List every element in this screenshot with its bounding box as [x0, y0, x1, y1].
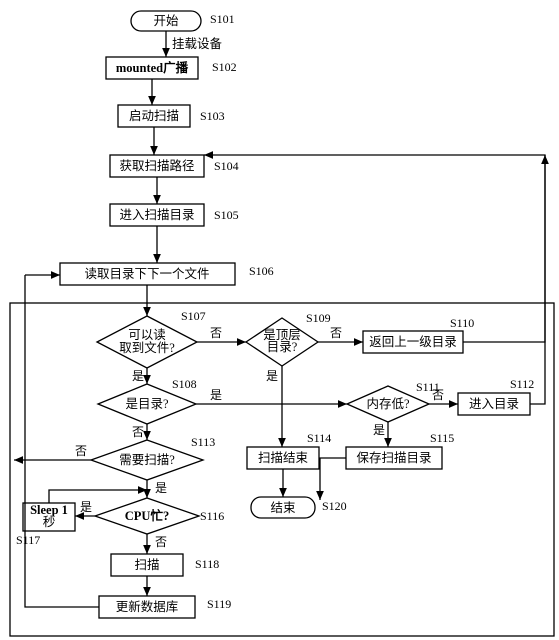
- save-scan-dir-step: S115: [430, 431, 454, 445]
- top-level-step: S109: [306, 311, 331, 325]
- need-scan-no: 否: [75, 444, 87, 458]
- read-next-step: S106: [249, 264, 274, 278]
- start-scan-step: S103: [200, 109, 225, 123]
- cpu-busy-no: 否: [155, 535, 167, 549]
- mounted-broadcast-step: S102: [212, 60, 237, 74]
- cpu-busy-text: CPU忙?: [125, 508, 169, 523]
- scan-end-step: S114: [307, 431, 331, 445]
- sleep-step: S117: [16, 533, 40, 547]
- top-level-no: 否: [330, 326, 342, 340]
- svg-text:可以读: 可以读: [128, 328, 166, 342]
- memory-low-no: 否: [432, 388, 444, 402]
- get-path-text: 获取扫描路径: [119, 158, 194, 173]
- enter-dir-step: S105: [214, 208, 239, 222]
- scan-text: 扫描: [134, 558, 159, 572]
- can-read-yes: 是: [132, 369, 144, 383]
- is-dir-no: 否: [132, 425, 144, 439]
- need-scan-yes: 是: [155, 481, 167, 495]
- read-next-text: 读取目录下下一个文件: [84, 266, 209, 281]
- is-dir-text: 是目录?: [125, 397, 169, 411]
- can-read-step: S107: [181, 309, 206, 323]
- update-db-step: S119: [207, 597, 231, 611]
- is-dir-yes: 是: [210, 388, 222, 402]
- memory-low-text: 内存低?: [366, 397, 410, 411]
- memory-low-yes: 是: [373, 423, 385, 437]
- enter-dir-text: 进入扫描目录: [119, 208, 194, 222]
- get-path-step: S104: [214, 159, 239, 173]
- scan-end-text: 扫描结束: [258, 451, 309, 465]
- start-scan-text: 启动扫描: [129, 109, 179, 123]
- can-read-no: 否: [210, 326, 222, 340]
- scan-step: S118: [195, 557, 219, 571]
- enter-dir2-step: S112: [510, 377, 534, 391]
- svg-text:取到文件?: 取到文件?: [119, 340, 175, 355]
- end-text: 结束: [270, 501, 296, 515]
- start-step: S101: [210, 12, 235, 26]
- need-scan-step: S113: [191, 435, 215, 449]
- return-parent-step: S110: [450, 316, 474, 330]
- svg-text:秒: 秒: [43, 515, 56, 529]
- mounted-broadcast-text: mounted广播: [116, 60, 189, 75]
- svg-text:目录?: 目录?: [267, 340, 298, 354]
- update-db-text: 更新数据库: [116, 599, 179, 614]
- need-scan-text: 需要扫描?: [119, 453, 175, 467]
- start-text: 开始: [153, 14, 179, 28]
- save-scan-dir-text: 保存扫描目录: [356, 451, 431, 465]
- cpu-busy-yes: 是: [80, 500, 92, 514]
- mount-text: 挂载设备: [172, 36, 223, 51]
- return-parent-text: 返回上一级目录: [369, 335, 457, 349]
- cpu-busy-step: S116: [200, 509, 224, 523]
- is-dir-step: S108: [172, 377, 197, 391]
- end-step: S120: [322, 499, 347, 513]
- top-level-yes: 是: [266, 369, 278, 383]
- enter-dir2-text: 进入目录: [469, 397, 519, 411]
